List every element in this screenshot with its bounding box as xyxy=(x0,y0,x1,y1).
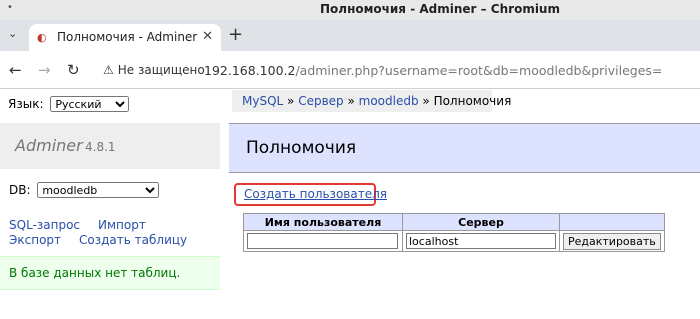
page-title: Полномочия xyxy=(246,138,357,158)
sidebar-links: SQL-запрос Импорт Экспорт Создать таблицу xyxy=(9,218,205,248)
tab-adminer[interactable]: ◐ Полномочия - Adminer ✕ xyxy=(29,24,221,51)
db-label: DB: xyxy=(9,183,31,197)
adminer-logo: Adminer 4.8.1 xyxy=(0,123,220,169)
new-tab-plus-icon[interactable]: + xyxy=(228,24,243,45)
create-table-link[interactable]: Создать таблицу xyxy=(79,233,187,247)
cell-username xyxy=(243,230,403,252)
tab-label: Полномочия - Adminer xyxy=(57,30,198,44)
language-select[interactable]: Русский xyxy=(50,96,130,112)
import-link[interactable]: Импорт xyxy=(98,218,146,232)
breadcrumb-separator: » xyxy=(283,94,299,108)
cell-action: Редактировать xyxy=(559,230,665,252)
adminer-favicon-icon: ◐ xyxy=(37,31,47,44)
forward-arrow-icon[interactable]: → xyxy=(38,61,51,79)
create-user-link[interactable]: Создать пользователя xyxy=(234,183,387,206)
breadcrumb: MySQL » Сервер » moodledb » Полномочия xyxy=(232,90,511,112)
export-link[interactable]: Экспорт xyxy=(9,233,61,247)
breadcrumb-server[interactable]: Сервер xyxy=(298,94,343,108)
sql-query-link[interactable]: SQL-запрос xyxy=(9,218,80,232)
language-label: Язык: xyxy=(8,97,44,111)
column-header-username: Имя пользователя xyxy=(243,213,403,231)
column-header-action xyxy=(559,213,665,231)
tab-strip: ⌄ ◐ Полномочия - Adminer ✕ + xyxy=(0,20,700,51)
column-header-server: Сервер xyxy=(402,213,560,231)
cell-server xyxy=(402,230,560,252)
no-tables-message: В базе данных нет таблиц. xyxy=(0,256,220,290)
reload-icon[interactable]: ↻ xyxy=(67,61,80,79)
db-selector: DB: moodledb xyxy=(9,182,160,198)
page-header: Полномочия xyxy=(229,123,700,173)
page-content: Язык: Русский MySQL » Сервер » moodledb … xyxy=(0,90,700,319)
security-indicator[interactable]: ⚠ Не защищено xyxy=(103,63,205,77)
warning-triangle-icon: ⚠ xyxy=(103,63,114,77)
language-selector: Язык: Русский xyxy=(8,96,130,112)
window-titlebar: • Полномочия - Adminer – Chromium xyxy=(0,0,700,20)
window-title: Полномочия - Adminer – Chromium xyxy=(320,2,560,16)
breadcrumb-mysql[interactable]: MySQL xyxy=(242,94,283,108)
breadcrumb-db[interactable]: moodledb xyxy=(359,94,419,108)
logo-name[interactable]: Adminer xyxy=(15,136,83,155)
breadcrumb-separator: » xyxy=(418,94,434,108)
edit-button[interactable]: Редактировать xyxy=(563,232,661,250)
table-header-row: Имя пользователя Сервер xyxy=(243,213,665,231)
back-arrow-icon[interactable]: ← xyxy=(9,61,22,79)
breadcrumb-separator: » xyxy=(343,94,359,108)
tab-list-chevron-icon[interactable]: ⌄ xyxy=(8,27,24,43)
table-row: Редактировать xyxy=(243,230,665,252)
server-input[interactable] xyxy=(406,233,556,249)
security-text: Не защищено xyxy=(117,63,205,77)
url-field[interactable]: 192.168.100.2/adminer.php?username=root&… xyxy=(204,63,662,78)
logo-version[interactable]: 4.8.1 xyxy=(85,140,116,154)
url-host: 192.168.100.2 xyxy=(204,63,296,78)
privileges-table: Имя пользователя Сервер Редактировать xyxy=(243,213,665,252)
db-select[interactable]: moodledb xyxy=(37,182,160,198)
tab-close-icon[interactable]: ✕ xyxy=(202,29,213,44)
username-input[interactable] xyxy=(247,233,398,249)
breadcrumb-current: Полномочия xyxy=(433,94,512,108)
browser-toolbar: ← → ↻ ⚠ Не защищено 192.168.100.2/adminer… xyxy=(0,51,700,89)
url-path: /adminer.php?username=root&db=moodledb&p… xyxy=(295,63,663,78)
